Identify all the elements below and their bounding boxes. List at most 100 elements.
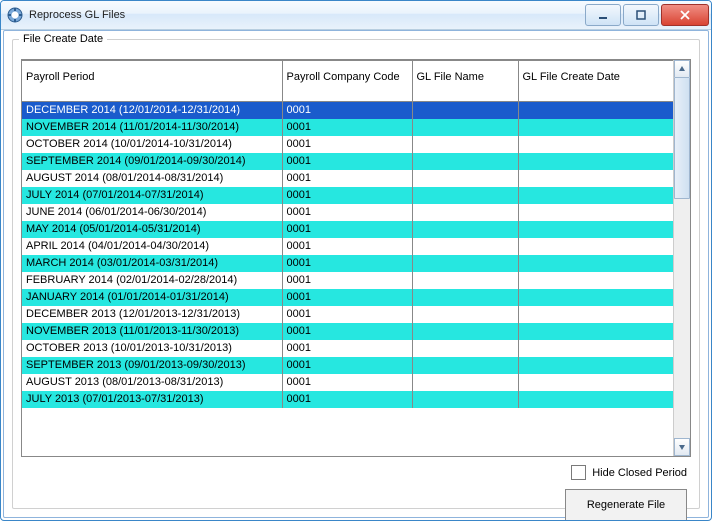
cell-code[interactable]: 0001 bbox=[282, 272, 412, 289]
cell-period[interactable]: SEPTEMBER 2014 (09/01/2014-09/30/2014) bbox=[22, 153, 282, 170]
cell-period[interactable]: OCTOBER 2014 (10/01/2014-10/31/2014) bbox=[22, 136, 282, 153]
cell-date[interactable] bbox=[518, 136, 674, 153]
cell-code[interactable]: 0001 bbox=[282, 221, 412, 238]
cell-file[interactable] bbox=[412, 238, 518, 255]
cell-file[interactable] bbox=[412, 136, 518, 153]
vertical-scrollbar[interactable] bbox=[673, 60, 690, 456]
table-row[interactable]: JUNE 2014 (06/01/2014-06/30/2014)0001 bbox=[22, 204, 674, 221]
cell-date[interactable] bbox=[518, 289, 674, 306]
scroll-up-button[interactable] bbox=[674, 60, 690, 78]
maximize-button[interactable] bbox=[623, 4, 659, 26]
cell-code[interactable]: 0001 bbox=[282, 187, 412, 204]
cell-file[interactable] bbox=[412, 272, 518, 289]
gl-files-grid[interactable]: Payroll Period Payroll Company Code GL F… bbox=[21, 59, 691, 457]
col-header-payroll-period[interactable]: Payroll Period bbox=[22, 61, 282, 102]
table-row[interactable]: JULY 2013 (07/01/2013-07/31/2013)0001 bbox=[22, 391, 674, 408]
cell-date[interactable] bbox=[518, 323, 674, 340]
cell-period[interactable]: JANUARY 2014 (01/01/2014-01/31/2014) bbox=[22, 289, 282, 306]
cell-date[interactable] bbox=[518, 119, 674, 136]
cell-period[interactable]: JULY 2014 (07/01/2014-07/31/2014) bbox=[22, 187, 282, 204]
cell-date[interactable] bbox=[518, 272, 674, 289]
table-row[interactable]: DECEMBER 2013 (12/01/2013-12/31/2013)000… bbox=[22, 306, 674, 323]
cell-period[interactable]: MARCH 2014 (03/01/2014-03/31/2014) bbox=[22, 255, 282, 272]
table-row[interactable]: OCTOBER 2013 (10/01/2013-10/31/2013)0001 bbox=[22, 340, 674, 357]
cell-code[interactable]: 0001 bbox=[282, 170, 412, 187]
table-row[interactable]: SEPTEMBER 2014 (09/01/2014-09/30/2014)00… bbox=[22, 153, 674, 170]
cell-code[interactable]: 0001 bbox=[282, 323, 412, 340]
cell-file[interactable] bbox=[412, 357, 518, 374]
table-row[interactable]: AUGUST 2014 (08/01/2014-08/31/2014)0001 bbox=[22, 170, 674, 187]
cell-date[interactable] bbox=[518, 102, 674, 120]
cell-date[interactable] bbox=[518, 204, 674, 221]
cell-period[interactable]: DECEMBER 2013 (12/01/2013-12/31/2013) bbox=[22, 306, 282, 323]
regenerate-file-button[interactable]: Regenerate File bbox=[565, 489, 687, 521]
table-row[interactable]: APRIL 2014 (04/01/2014-04/30/2014)0001 bbox=[22, 238, 674, 255]
cell-code[interactable]: 0001 bbox=[282, 102, 412, 120]
table-row[interactable]: MARCH 2014 (03/01/2014-03/31/2014)0001 bbox=[22, 255, 674, 272]
cell-file[interactable] bbox=[412, 289, 518, 306]
cell-file[interactable] bbox=[412, 255, 518, 272]
col-header-gl-file-date[interactable]: GL File Create Date bbox=[518, 61, 674, 102]
minimize-button[interactable] bbox=[585, 4, 621, 26]
cell-code[interactable]: 0001 bbox=[282, 238, 412, 255]
cell-file[interactable] bbox=[412, 374, 518, 391]
cell-period[interactable]: OCTOBER 2013 (10/01/2013-10/31/2013) bbox=[22, 340, 282, 357]
titlebar[interactable]: Reprocess GL Files bbox=[1, 1, 711, 30]
scroll-down-button[interactable] bbox=[674, 438, 690, 456]
cell-file[interactable] bbox=[412, 153, 518, 170]
col-header-gl-file-name[interactable]: GL File Name bbox=[412, 61, 518, 102]
table-row[interactable]: FEBRUARY 2014 (02/01/2014-02/28/2014)000… bbox=[22, 272, 674, 289]
cell-file[interactable] bbox=[412, 102, 518, 120]
cell-period[interactable]: JULY 2013 (07/01/2013-07/31/2013) bbox=[22, 391, 282, 408]
cell-date[interactable] bbox=[518, 340, 674, 357]
cell-period[interactable]: FEBRUARY 2014 (02/01/2014-02/28/2014) bbox=[22, 272, 282, 289]
cell-period[interactable]: SEPTEMBER 2013 (09/01/2013-09/30/2013) bbox=[22, 357, 282, 374]
cell-code[interactable]: 0001 bbox=[282, 306, 412, 323]
table-row[interactable]: SEPTEMBER 2013 (09/01/2013-09/30/2013)00… bbox=[22, 357, 674, 374]
cell-date[interactable] bbox=[518, 170, 674, 187]
hide-closed-period-checkbox[interactable]: Hide Closed Period bbox=[571, 465, 687, 480]
table-row[interactable]: JANUARY 2014 (01/01/2014-01/31/2014)0001 bbox=[22, 289, 674, 306]
cell-file[interactable] bbox=[412, 391, 518, 408]
cell-period[interactable]: NOVEMBER 2013 (11/01/2013-11/30/2013) bbox=[22, 323, 282, 340]
cell-date[interactable] bbox=[518, 187, 674, 204]
cell-file[interactable] bbox=[412, 204, 518, 221]
table-row[interactable]: DECEMBER 2014 (12/01/2014-12/31/2014)000… bbox=[22, 102, 674, 120]
cell-period[interactable]: APRIL 2014 (04/01/2014-04/30/2014) bbox=[22, 238, 282, 255]
cell-date[interactable] bbox=[518, 374, 674, 391]
cell-file[interactable] bbox=[412, 187, 518, 204]
cell-code[interactable]: 0001 bbox=[282, 204, 412, 221]
scroll-thumb[interactable] bbox=[674, 77, 690, 199]
table-row[interactable]: AUGUST 2013 (08/01/2013-08/31/2013)0001 bbox=[22, 374, 674, 391]
table-row[interactable]: MAY 2014 (05/01/2014-05/31/2014)0001 bbox=[22, 221, 674, 238]
table-row[interactable]: NOVEMBER 2014 (11/01/2014-11/30/2014)000… bbox=[22, 119, 674, 136]
cell-code[interactable]: 0001 bbox=[282, 357, 412, 374]
cell-period[interactable]: NOVEMBER 2014 (11/01/2014-11/30/2014) bbox=[22, 119, 282, 136]
cell-date[interactable] bbox=[518, 306, 674, 323]
cell-code[interactable]: 0001 bbox=[282, 391, 412, 408]
cell-file[interactable] bbox=[412, 306, 518, 323]
cell-date[interactable] bbox=[518, 238, 674, 255]
col-header-company-code[interactable]: Payroll Company Code bbox=[282, 61, 412, 102]
cell-code[interactable]: 0001 bbox=[282, 340, 412, 357]
cell-period[interactable]: MAY 2014 (05/01/2014-05/31/2014) bbox=[22, 221, 282, 238]
cell-date[interactable] bbox=[518, 255, 674, 272]
cell-file[interactable] bbox=[412, 340, 518, 357]
cell-code[interactable]: 0001 bbox=[282, 119, 412, 136]
close-window-button[interactable] bbox=[661, 4, 709, 26]
cell-code[interactable]: 0001 bbox=[282, 255, 412, 272]
cell-date[interactable] bbox=[518, 221, 674, 238]
checkbox-box[interactable] bbox=[571, 465, 586, 480]
cell-date[interactable] bbox=[518, 153, 674, 170]
table-row[interactable]: OCTOBER 2014 (10/01/2014-10/31/2014)0001 bbox=[22, 136, 674, 153]
cell-code[interactable]: 0001 bbox=[282, 153, 412, 170]
cell-file[interactable] bbox=[412, 170, 518, 187]
cell-period[interactable]: JUNE 2014 (06/01/2014-06/30/2014) bbox=[22, 204, 282, 221]
cell-code[interactable]: 0001 bbox=[282, 136, 412, 153]
scroll-track[interactable] bbox=[674, 77, 690, 439]
cell-date[interactable] bbox=[518, 357, 674, 374]
table-row[interactable]: JULY 2014 (07/01/2014-07/31/2014)0001 bbox=[22, 187, 674, 204]
cell-period[interactable]: AUGUST 2013 (08/01/2013-08/31/2013) bbox=[22, 374, 282, 391]
cell-file[interactable] bbox=[412, 323, 518, 340]
cell-file[interactable] bbox=[412, 221, 518, 238]
